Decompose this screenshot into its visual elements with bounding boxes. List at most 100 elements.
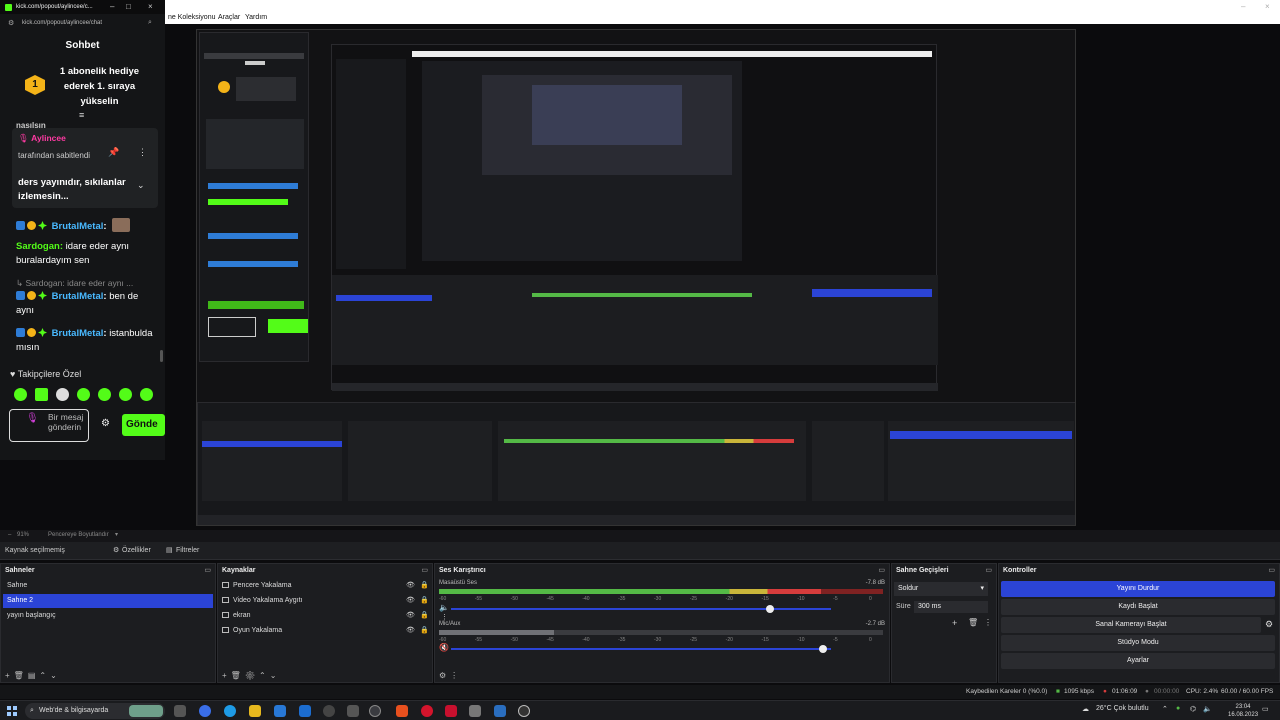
store-icon[interactable] [274,705,286,717]
dock-close-icon[interactable]: ▭ [985,566,992,574]
visibility-eye-icon[interactable]: 👁 [406,579,415,593]
dock-close-icon[interactable]: ▭ [421,566,428,574]
chat-message[interactable]: BrutalMetal: ben de aynı [16,290,156,318]
chevron-down-icon[interactable]: ⌄ [137,180,145,191]
more-options-icon[interactable]: ⋮ [984,618,992,627]
steam-icon[interactable] [494,705,506,717]
taskbar-search-box[interactable]: ⌕ Web'de & bilgisayarda [25,703,165,719]
chevron-down-icon[interactable]: ▾ [115,531,118,538]
move-up-icon[interactable]: ⌃ [39,671,50,680]
move-down-icon[interactable]: ⌄ [270,671,281,680]
outlook-icon[interactable] [299,705,311,717]
properties-button[interactable]: Özellikler [122,547,151,554]
emote-icon[interactable] [77,388,90,401]
pin-icon[interactable]: 📌 [108,147,119,158]
notification-icon[interactable]: ▭ [1262,705,1269,713]
emote-icon[interactable] [98,388,111,401]
weather-text[interactable]: 26°C Çok bulutlu [1096,705,1149,712]
lock-icon[interactable]: 🔒 [420,624,429,638]
zoom-icon[interactable]: ⌕ [148,19,152,27]
muted-speaker-icon[interactable]: 🔇 [439,643,449,652]
chat-username[interactable]: Sardogan [16,241,60,252]
filter-icon[interactable]: ▤ [166,546,173,554]
delete-icon[interactable]: 🗑 [231,671,245,680]
close-icon[interactable]: × [1265,2,1270,11]
emote-icon[interactable] [119,388,132,401]
maximize-icon[interactable]: □ [126,2,131,11]
volume-slider[interactable] [451,605,831,613]
edge-icon[interactable] [224,705,236,717]
visibility-eye-icon[interactable]: 👁 [406,609,415,623]
dock-close-icon[interactable]: ▭ [1268,566,1275,574]
emote-icon[interactable] [14,388,27,401]
chat-message-input[interactable]: 🎙 Bir mesaj gönderin [9,409,89,442]
stop-streaming-button[interactable]: Yayını Durdur [1001,581,1275,597]
duration-spinbox[interactable]: 300 ms [914,601,988,613]
close-icon[interactable]: × [148,2,153,11]
scene-item[interactable]: Sahne [3,579,213,593]
app-icon[interactable] [199,705,211,717]
visibility-eye-icon[interactable]: 👁 [406,624,415,638]
zoom-minus-icon[interactable]: – [8,532,11,538]
app-icon[interactable] [445,705,457,717]
obs-icon[interactable] [518,705,530,717]
add-icon[interactable]: + [952,618,957,628]
microphone-icon[interactable]: 🎙 [26,413,39,424]
lock-icon[interactable]: 🔒 [420,609,429,623]
chat-username[interactable]: BrutalMetal [52,221,104,232]
emote-icon[interactable] [140,388,153,401]
tray-app-icon[interactable]: ● [1176,705,1180,712]
volume-slider-knob[interactable] [766,605,775,613]
lock-icon[interactable]: 🔒 [420,579,429,593]
pinned-message[interactable]: 🎙 Aylincee tarafından sabitlendi 📌 ⋮ der… [12,128,158,208]
sort-icon[interactable]: ≡ [79,110,84,120]
task-view-icon[interactable] [174,705,186,717]
chat-scrollbar[interactable] [160,350,163,362]
app-icon[interactable] [347,705,359,717]
tray-overflow-icon[interactable]: ⌃ [1162,705,1168,713]
add-icon[interactable]: + [5,671,14,680]
move-down-icon[interactable]: ⌄ [50,671,61,680]
reply-preview[interactable]: ↳ Sardogan: idare eder aynı ... [16,276,156,290]
opera-icon[interactable] [421,705,433,717]
start-recording-button[interactable]: Kaydı Başlat [1001,599,1275,615]
settings-gear-icon[interactable]: ⚙ [101,418,110,429]
clock[interactable]: 23:04 16.08.2023 [1228,703,1258,719]
more-options-icon[interactable]: ⋮ [138,147,147,158]
volume-slider[interactable] [451,645,831,653]
send-button[interactable]: Gönde [122,414,165,436]
zoom-mode-select[interactable]: Pencereye Boyutlandır [48,532,109,538]
volume-icon[interactable]: 🔈 [1203,705,1212,713]
properties-gear-icon[interactable]: ⚙ [245,671,259,680]
gear-icon[interactable]: ⚙ [113,546,119,554]
speaker-icon[interactable]: 🔈 [439,603,449,612]
obs-preview[interactable] [196,29,1076,526]
source-item[interactable]: Oyun Yakalama 👁 🔒 [222,624,432,638]
scene-item-selected[interactable]: Sahne 2 [3,594,213,608]
chat-urlbar[interactable]: ⚙ kick.com/popout/aylincee/chat ⌕ [0,16,165,30]
source-item[interactable]: Pencere Yakalama 👁 🔒 [222,579,432,593]
delete-icon[interactable]: 🗑 [968,618,978,627]
settings-button[interactable]: Ayarlar [1001,653,1275,669]
chrome-icon[interactable] [369,705,381,717]
advanced-audio-icon[interactable]: ⚙ [439,671,450,680]
dock-close-icon[interactable]: ▭ [204,566,211,574]
chat-message[interactable]: BrutalMetal: istanbulda mısın [16,327,156,355]
add-icon[interactable]: + [222,671,231,680]
chat-message[interactable]: BrutalMetal: [16,218,156,234]
chat-username[interactable]: BrutalMetal [52,291,104,302]
minimize-icon[interactable]: – [110,2,114,11]
menu-tools[interactable]: Araçlar [218,14,240,21]
filter-icon[interactable]: ▤ [28,671,40,680]
virtual-camera-settings-gear-icon[interactable]: ⚙ [1265,619,1273,630]
windows-start-icon[interactable] [7,706,17,716]
emote-icon[interactable] [35,388,48,401]
menu-help[interactable]: Yardım [245,14,267,21]
brave-icon[interactable] [396,705,408,717]
menu-scene-collection[interactable]: ne Koleksiyonu [168,14,215,21]
move-up-icon[interactable]: ⌃ [259,671,270,680]
app-icon[interactable] [323,705,335,717]
filters-button[interactable]: Filtreler [176,547,199,554]
file-explorer-icon[interactable] [249,705,261,717]
transition-select[interactable]: Soldur ▾ [894,582,988,596]
